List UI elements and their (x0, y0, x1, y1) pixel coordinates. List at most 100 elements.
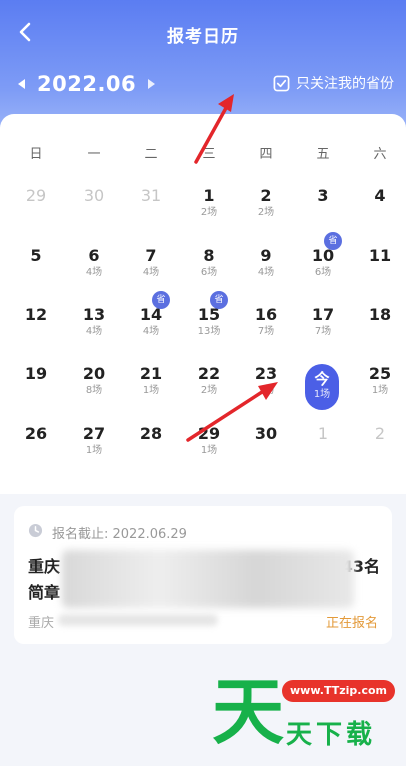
calendar-day[interactable]: 21 1场 (126, 358, 176, 410)
calendar-day[interactable]: 12 (11, 299, 61, 351)
day-number: 31 (140, 186, 162, 205)
exam-count: 1场 (200, 445, 218, 456)
day-number: 12 (24, 305, 48, 324)
calendar-day[interactable]: 7 4场 (126, 240, 176, 292)
calendar-day[interactable]: 29 (11, 180, 61, 232)
watermark-url: www.TTzip.com (282, 680, 395, 702)
calendar-day[interactable]: 31 (126, 180, 176, 232)
calendar-day[interactable]: 30 (241, 418, 291, 470)
prev-month-icon[interactable] (18, 79, 25, 89)
calendar-day[interactable]: 27 1场 (69, 418, 119, 470)
calendar-day[interactable]: 6 4场 (69, 240, 119, 292)
calendar-day[interactable]: 8 6场 (184, 240, 234, 292)
calendar-day[interactable]: 22 2场 (184, 358, 234, 410)
day-number: 6 (88, 246, 100, 265)
exam-count: 6场 (200, 267, 218, 278)
weekday-label: 日 (29, 147, 43, 162)
day-number: 27 (82, 424, 106, 443)
today-cell[interactable]: 今 1场 (305, 364, 339, 410)
day-number: 9 (260, 246, 272, 265)
blurred-title (62, 550, 354, 608)
calendar-day[interactable]: 19 (11, 358, 61, 410)
province-filter-toggle[interactable]: 只关注我的省份 (273, 73, 394, 93)
weekday-header: 日一二三四五六 (0, 143, 406, 163)
exam-count: 8场 (85, 385, 103, 396)
calendar-day[interactable]: 16 7场 (241, 299, 291, 351)
day-number: 15 (197, 305, 221, 324)
clock-icon (28, 523, 43, 538)
day-number: 10 (311, 246, 335, 265)
exam-count: 1场 (142, 385, 160, 396)
day-number: 11 (368, 246, 392, 265)
exam-title-start: 重庆 (28, 557, 61, 576)
calendar-day[interactable]: 14 4场 省 (126, 291, 176, 351)
day-number: 29 (25, 186, 47, 205)
today-exam-count: 1场 (313, 389, 331, 400)
calendar-day[interactable]: 9 4场 (241, 240, 291, 292)
weekday-label: 四 (259, 147, 273, 162)
calendar-day[interactable]: 2 (355, 418, 405, 470)
watermark-logo: 天 www.TTzip.com 天下载 (212, 670, 395, 762)
calendar-day[interactable]: 2 2场 (241, 180, 291, 232)
checkbox-checked-icon[interactable] (273, 75, 290, 92)
calendar-day[interactable]: 1 2场 (184, 180, 234, 232)
calendar-day[interactable]: 23 1场 (241, 358, 291, 410)
calendar-day[interactable]: 17 7场 (298, 299, 348, 351)
day-number: 2 (260, 186, 272, 205)
weekday-label: 五 (316, 147, 330, 162)
day-number: 4 (374, 186, 386, 205)
day-number: 18 (368, 305, 392, 324)
exam-count: 7场 (257, 326, 275, 337)
day-number: 23 (254, 364, 278, 383)
day-number: 25 (368, 364, 392, 383)
watermark-big-char: 天 (212, 670, 285, 754)
current-month: 2022.06 (37, 72, 137, 96)
day-number: 17 (311, 305, 335, 324)
filter-label: 只关注我的省份 (296, 76, 394, 92)
calendar-day[interactable]: 25 1场 (355, 358, 405, 410)
calendar-day[interactable]: 28 (126, 418, 176, 470)
exam-count: 1场 (257, 385, 275, 396)
day-number: 30 (83, 186, 105, 205)
exam-count: 13场 (197, 326, 221, 337)
exam-title-line2: 简章 (28, 583, 61, 602)
registration-deadline: 报名截止: 2022.06.29 (52, 527, 187, 542)
calendar-day[interactable]: 30 (69, 180, 119, 232)
calendar-day[interactable]: 10 6场 省 (298, 232, 348, 292)
day-number: 21 (139, 364, 163, 383)
province-badge: 省 (152, 291, 170, 309)
exam-notice-card[interactable]: 报名截止: 2022.06.29 重庆 43名 简章 重庆 正在报名 (14, 506, 392, 644)
calendar-day[interactable]: 15 13场 省 (184, 291, 234, 351)
weekday-label: 一 (87, 147, 101, 162)
calendar-day[interactable]: 3 (298, 180, 348, 232)
calendar-day[interactable]: 26 (11, 418, 61, 470)
day-number: 16 (254, 305, 278, 324)
calendar-day[interactable]: 11 (355, 240, 405, 292)
watermark-text: 天下载 (286, 720, 377, 750)
exam-count: 1场 (371, 385, 389, 396)
day-number: 22 (197, 364, 221, 383)
calendar-day[interactable]: 5 (11, 240, 61, 292)
calendar-day[interactable]: 18 (355, 299, 405, 351)
exam-count: 4场 (142, 267, 160, 278)
calendar-day[interactable]: 4 (355, 180, 405, 232)
exam-count: 1场 (85, 445, 103, 456)
exam-count: 4场 (142, 326, 160, 337)
day-number: 13 (82, 305, 106, 324)
calendar-day[interactable]: 29 1场 (184, 418, 234, 470)
province-badge: 省 (324, 232, 342, 250)
calendar-day[interactable]: 20 8场 (69, 358, 119, 410)
exam-count: 4场 (257, 267, 275, 278)
day-number: 2 (374, 424, 386, 443)
registration-status: 正在报名 (325, 616, 378, 631)
day-number: 7 (145, 246, 157, 265)
day-number: 30 (254, 424, 278, 443)
weekday-label: 三 (202, 147, 216, 162)
exam-count: 4场 (85, 267, 103, 278)
day-number: 29 (197, 424, 221, 443)
exam-count: 4场 (85, 326, 103, 337)
next-month-icon[interactable] (148, 79, 156, 89)
calendar-day[interactable]: 13 4场 (69, 299, 119, 351)
day-number: 26 (24, 424, 48, 443)
calendar-day[interactable]: 1 (298, 418, 348, 470)
